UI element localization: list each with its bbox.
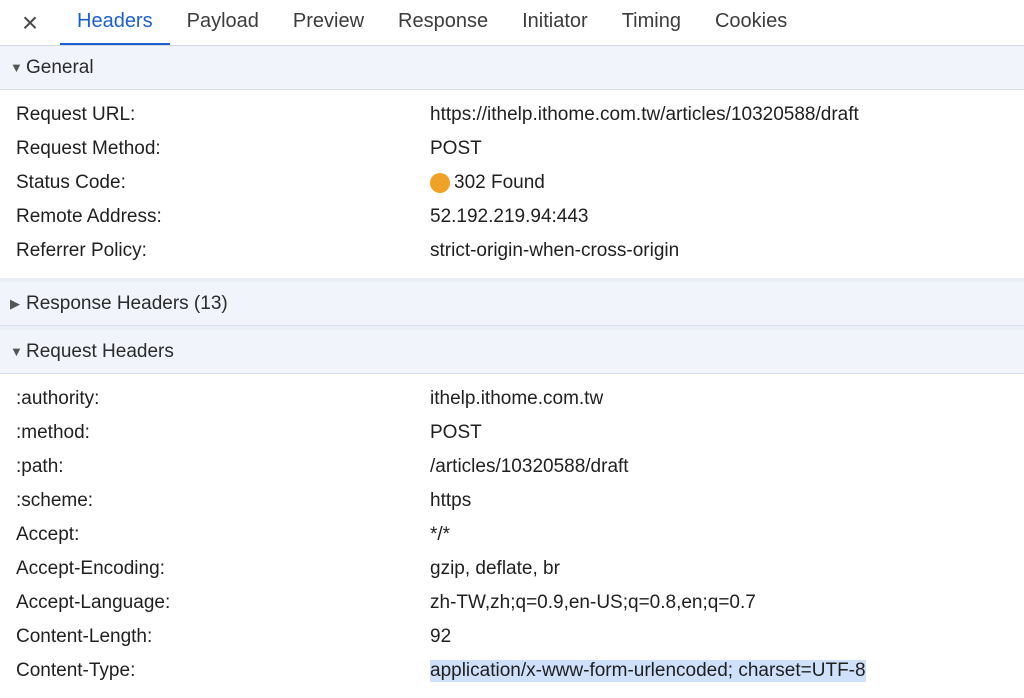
triangle-down-icon: ▼ bbox=[10, 344, 23, 359]
header-value: https bbox=[430, 490, 472, 511]
general-section-header[interactable]: ▼ General bbox=[0, 46, 1024, 90]
header-key: :path: bbox=[16, 456, 64, 477]
header-row: Status Code: 302 Found bbox=[0, 166, 1024, 200]
header-row: Accept: */* bbox=[0, 518, 1024, 552]
tab-preview[interactable]: Preview bbox=[276, 0, 381, 45]
header-value: POST bbox=[430, 138, 482, 159]
general-section-title: General bbox=[26, 56, 94, 78]
header-row: :scheme: https bbox=[0, 484, 1024, 518]
devtools-tab-bar: × Headers Payload Preview Response Initi… bbox=[0, 0, 1024, 46]
header-key: Remote Address: bbox=[16, 206, 162, 227]
header-row: :method: POST bbox=[0, 416, 1024, 450]
tab-response[interactable]: Response bbox=[381, 0, 505, 45]
header-key: Content-Length: bbox=[16, 626, 153, 647]
header-key: Accept-Language: bbox=[16, 592, 171, 613]
status-dot-icon bbox=[430, 173, 450, 193]
header-row: Referrer Policy: strict-origin-when-cros… bbox=[0, 234, 1024, 268]
status-text: 302 Found bbox=[454, 172, 545, 193]
header-value: ithelp.ithome.com.tw bbox=[430, 388, 604, 409]
header-key: :method: bbox=[16, 422, 90, 443]
header-key: Content-Type: bbox=[16, 660, 136, 681]
tab-headers[interactable]: Headers bbox=[60, 0, 170, 45]
header-row: Content-Length: 92 bbox=[0, 620, 1024, 654]
response-headers-section-header[interactable]: ▶ Response Headers (13) bbox=[0, 282, 1024, 326]
header-key: Referrer Policy: bbox=[16, 240, 147, 261]
triangle-down-icon: ▼ bbox=[10, 60, 23, 75]
header-row: Request URL: https://ithelp.ithome.com.t… bbox=[0, 98, 1024, 132]
header-row: Accept-Encoding: gzip, deflate, br bbox=[0, 552, 1024, 586]
header-key: :scheme: bbox=[16, 490, 94, 511]
header-value: zh-TW,zh;q=0.9,en-US;q=0.8,en;q=0.7 bbox=[430, 592, 756, 613]
header-value: 92 bbox=[430, 626, 452, 647]
request-headers-section-header[interactable]: ▼ Request Headers bbox=[0, 330, 1024, 374]
header-value: */* bbox=[430, 524, 451, 545]
header-value: gzip, deflate, br bbox=[430, 558, 560, 579]
selected-header-value[interactable]: application/x-www-form-urlencoded; chars… bbox=[430, 660, 866, 682]
header-key: Accept: bbox=[16, 524, 80, 545]
header-key: Status Code: bbox=[16, 172, 126, 193]
header-row: Request Method: POST bbox=[0, 132, 1024, 166]
header-key: Request URL: bbox=[16, 104, 136, 125]
general-rows: Request URL: https://ithelp.ithome.com.t… bbox=[0, 90, 1024, 278]
header-row: Content-Type: application/x-www-form-url… bbox=[0, 654, 1024, 688]
header-value: /articles/10320588/draft bbox=[430, 456, 629, 477]
header-row: Remote Address: 52.192.219.94:443 bbox=[0, 200, 1024, 234]
tab-timing[interactable]: Timing bbox=[605, 0, 698, 45]
header-key: Accept-Encoding: bbox=[16, 558, 165, 579]
tab-payload[interactable]: Payload bbox=[170, 0, 276, 45]
header-value: POST bbox=[430, 422, 482, 443]
header-key: :authority: bbox=[16, 388, 100, 409]
header-key: Request Method: bbox=[16, 138, 161, 159]
tab-cookies[interactable]: Cookies bbox=[698, 0, 804, 45]
header-value: 52.192.219.94:443 bbox=[430, 206, 589, 227]
header-row: Accept-Language: zh-TW,zh;q=0.9,en-US;q=… bbox=[0, 586, 1024, 620]
header-value: https://ithelp.ithome.com.tw/articles/10… bbox=[430, 104, 859, 125]
request-header-rows: :authority: ithelp.ithome.com.tw :method… bbox=[0, 374, 1024, 698]
header-value: strict-origin-when-cross-origin bbox=[430, 240, 680, 261]
response-headers-title: Response Headers (13) bbox=[26, 292, 228, 314]
close-icon[interactable]: × bbox=[0, 0, 60, 45]
triangle-right-icon: ▶ bbox=[10, 295, 20, 311]
request-headers-title: Request Headers bbox=[26, 340, 174, 362]
header-row: :authority: ithelp.ithome.com.tw bbox=[0, 382, 1024, 416]
status-value: 302 Found bbox=[430, 172, 545, 194]
tab-initiator[interactable]: Initiator bbox=[505, 0, 605, 45]
header-row: :path: /articles/10320588/draft bbox=[0, 450, 1024, 484]
